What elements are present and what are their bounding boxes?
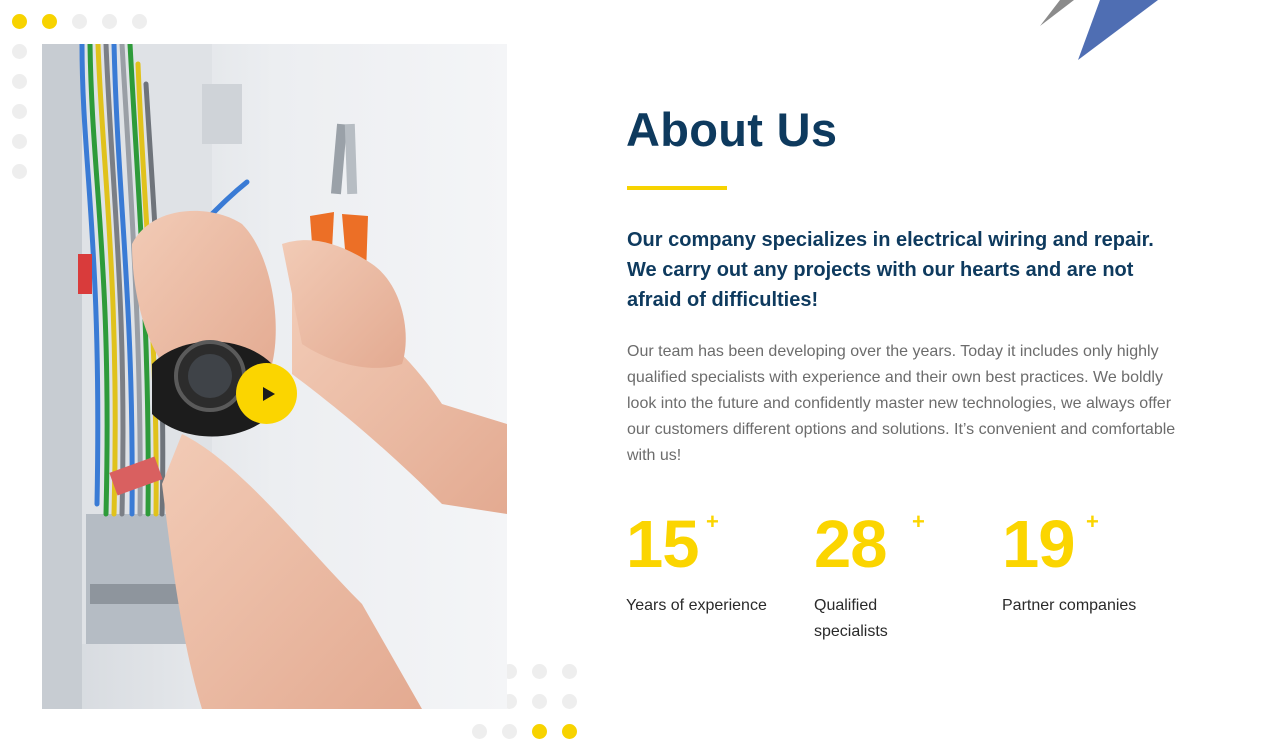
stat-plus: + (1086, 509, 1099, 534)
dot (12, 164, 27, 179)
dot (562, 664, 577, 679)
electrician-photo (42, 44, 507, 709)
stat-years-experience: 15 + Years of experience (626, 505, 767, 614)
stat-label: Qualified specialists (814, 597, 888, 640)
dot (562, 724, 577, 739)
stat-plus: + (912, 509, 925, 534)
dot (42, 14, 57, 29)
dot (102, 14, 117, 29)
stat-qualified-specialists: 28 + Qualified specialists (814, 505, 925, 640)
dot (532, 664, 547, 679)
body-text: Our team has been developing over the ye… (627, 343, 1176, 464)
stat-value: 28 (814, 507, 888, 582)
dot (532, 724, 547, 739)
decorative-triangles (1040, 0, 1158, 60)
dot (532, 694, 547, 709)
dot (12, 104, 27, 119)
dot (12, 14, 27, 29)
stat-label: Partner companies (1002, 597, 1137, 614)
dot (132, 14, 147, 29)
dot (502, 724, 517, 739)
dot (562, 694, 577, 709)
play-icon (262, 386, 275, 401)
dot (12, 134, 27, 149)
dot (72, 14, 87, 29)
stat-value: 15 (626, 507, 700, 582)
title-underline (627, 186, 727, 190)
dot (12, 74, 27, 89)
play-video-button[interactable] (236, 363, 297, 424)
dot (472, 724, 487, 739)
lead-text: Our company specializes in electrical wi… (627, 229, 1154, 311)
stat-label: Years of experience (626, 597, 767, 614)
dot (12, 44, 27, 59)
stat-partner-companies: 19 + Partner companies (1002, 505, 1136, 614)
stat-plus: + (706, 509, 719, 534)
stat-value: 19 (1002, 507, 1076, 582)
section-title: About Us (626, 103, 838, 156)
